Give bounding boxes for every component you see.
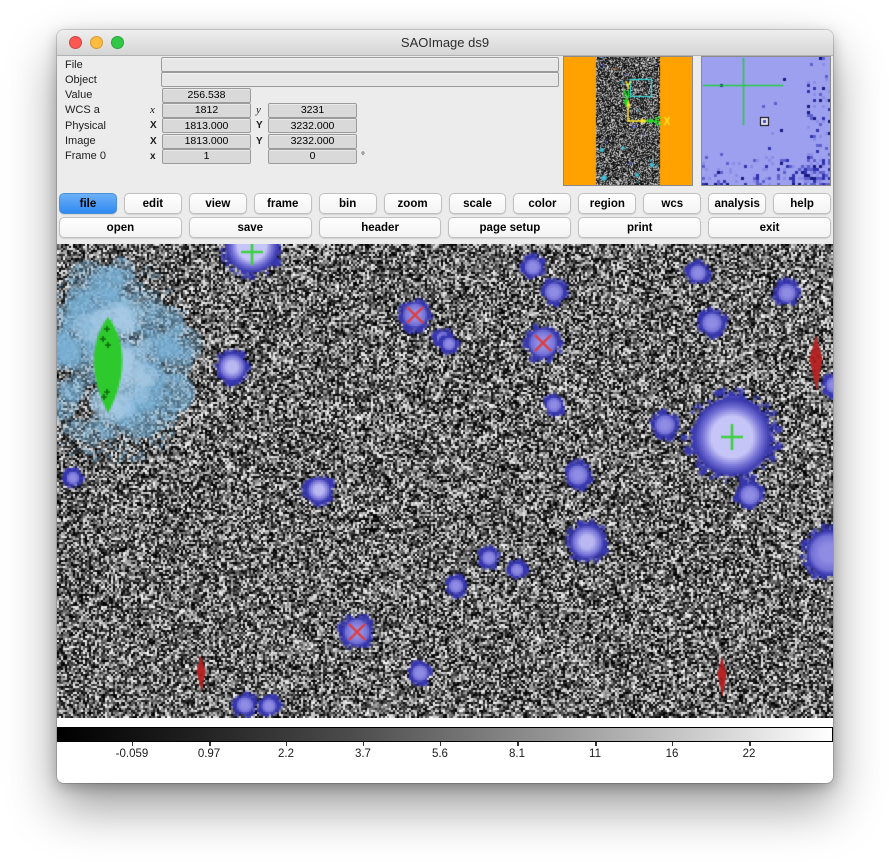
info-row-wcs-a: WCS ax1812 y3231 bbox=[65, 103, 357, 118]
menu-button-bin[interactable]: bin bbox=[319, 193, 377, 214]
magnifier bbox=[701, 56, 831, 186]
colorbar-tick-label: 11 bbox=[589, 748, 601, 760]
colorbar[interactable] bbox=[57, 727, 833, 742]
wcs-a-sub1: x bbox=[150, 104, 162, 116]
colorbar-tick-label: 5.6 bbox=[432, 748, 448, 760]
info-label-wcs-a: WCS a bbox=[65, 104, 150, 116]
file-menu-button-open[interactable]: open bbox=[59, 217, 182, 238]
colorbar-tick-label: -0.059 bbox=[116, 748, 149, 760]
panner[interactable] bbox=[563, 56, 693, 186]
file-menu-button-header[interactable]: header bbox=[319, 217, 442, 238]
frame-0-suffix: ° bbox=[361, 151, 365, 162]
menu-bar: file edit view frame binzoom scale color region… bbox=[59, 193, 831, 214]
file-menu-button-exit[interactable]: exit bbox=[708, 217, 831, 238]
menu-button-view[interactable]: view bbox=[189, 193, 247, 214]
image-sub1: X bbox=[150, 136, 162, 147]
file-menu-button-save[interactable]: save bbox=[189, 217, 312, 238]
title-bar[interactable]: SAOImage ds9 bbox=[57, 30, 833, 56]
wcs-a-field-2[interactable]: 3231 bbox=[268, 103, 357, 118]
image-display-area[interactable] bbox=[57, 244, 833, 718]
info-label-frame-0: Frame 0 bbox=[65, 150, 150, 162]
info-label-file: File bbox=[65, 59, 150, 71]
menu-button-edit[interactable]: edit bbox=[124, 193, 182, 214]
colorbar-tick-label: 22 bbox=[743, 748, 756, 760]
info-label-physical: Physical bbox=[65, 120, 150, 132]
object-field[interactable] bbox=[161, 72, 559, 87]
colorbar-tick bbox=[595, 742, 597, 746]
menu-button-frame[interactable]: frame bbox=[254, 193, 312, 214]
colorbar-tick bbox=[672, 742, 674, 746]
colorbar-tick bbox=[749, 742, 751, 746]
info-row-frame-0: Frame 0x1 0 ° bbox=[65, 149, 365, 164]
file-menu-bar: open save header page setup print exit bbox=[59, 217, 831, 238]
wcs-a-field-1[interactable]: 1812 bbox=[162, 103, 251, 118]
menu-button-analysis[interactable]: analysis bbox=[708, 193, 766, 214]
frame-0-field-2[interactable]: 0 bbox=[268, 149, 357, 164]
physical-field-1[interactable]: 1813.000 bbox=[162, 118, 251, 133]
colorbar-tick-label: 3.7 bbox=[355, 748, 371, 760]
sky-image[interactable] bbox=[57, 244, 833, 718]
colorbar-tick-label: 8.1 bbox=[509, 748, 525, 760]
menu-button-file[interactable]: file bbox=[59, 193, 117, 214]
info-row-file: File bbox=[65, 57, 559, 72]
image-field-2[interactable]: 3232.000 bbox=[268, 134, 357, 149]
physical-field-2[interactable]: 3232.000 bbox=[268, 118, 357, 133]
info-row-object: Object bbox=[65, 72, 559, 87]
colorbar-tick bbox=[363, 742, 365, 746]
menu-button-scale[interactable]: scale bbox=[449, 193, 507, 214]
menu-button-help[interactable]: help bbox=[773, 193, 831, 214]
value-field-1[interactable]: 256.538 bbox=[162, 88, 251, 103]
colorbar-tick bbox=[517, 742, 519, 746]
info-row-image: ImageX1813.000 Y3232.000 bbox=[65, 134, 357, 149]
menu-button-color[interactable]: color bbox=[513, 193, 571, 214]
file-menu-button-page-setup[interactable]: page setup bbox=[448, 217, 571, 238]
colorbar-tick-label: 2.2 bbox=[278, 748, 294, 760]
file-field[interactable] bbox=[161, 57, 559, 72]
info-label-object: Object bbox=[65, 74, 150, 86]
wcs-a-sub2: y bbox=[256, 104, 268, 116]
menu-button-region[interactable]: region bbox=[578, 193, 636, 214]
physical-sub1: X bbox=[150, 120, 162, 131]
window-title: SAOImage ds9 bbox=[57, 35, 833, 50]
info-row-physical: PhysicalX1813.000 Y3232.000 bbox=[65, 118, 357, 133]
frame-0-field-1[interactable]: 1 bbox=[162, 149, 251, 164]
frame-0-sub1: x bbox=[150, 151, 162, 162]
menu-button-zoom[interactable]: zoom bbox=[384, 193, 442, 214]
colorbar-tick bbox=[209, 742, 211, 746]
image-field-1[interactable]: 1813.000 bbox=[162, 134, 251, 149]
colorbar-tick bbox=[440, 742, 442, 746]
colorbar-tick bbox=[286, 742, 288, 746]
colorbar-area: -0.059 0.97 2.2 3.7 5.6 8.1 11 16 22 bbox=[57, 718, 833, 783]
info-row-value: Value 256.538 bbox=[65, 88, 251, 103]
colorbar-tick-label: 0.97 bbox=[198, 748, 220, 760]
colorbar-tick bbox=[132, 742, 134, 746]
colorbar-tick-label: 16 bbox=[666, 748, 679, 760]
info-label-image: Image bbox=[65, 135, 150, 147]
ds9-window: SAOImage ds9 FileObjectValue256.538WCS a… bbox=[57, 30, 833, 783]
menu-button-wcs[interactable]: wcs bbox=[643, 193, 701, 214]
info-label-value: Value bbox=[65, 89, 150, 101]
file-menu-button-print[interactable]: print bbox=[578, 217, 701, 238]
physical-sub2: Y bbox=[256, 120, 268, 131]
image-sub2: Y bbox=[256, 136, 268, 147]
